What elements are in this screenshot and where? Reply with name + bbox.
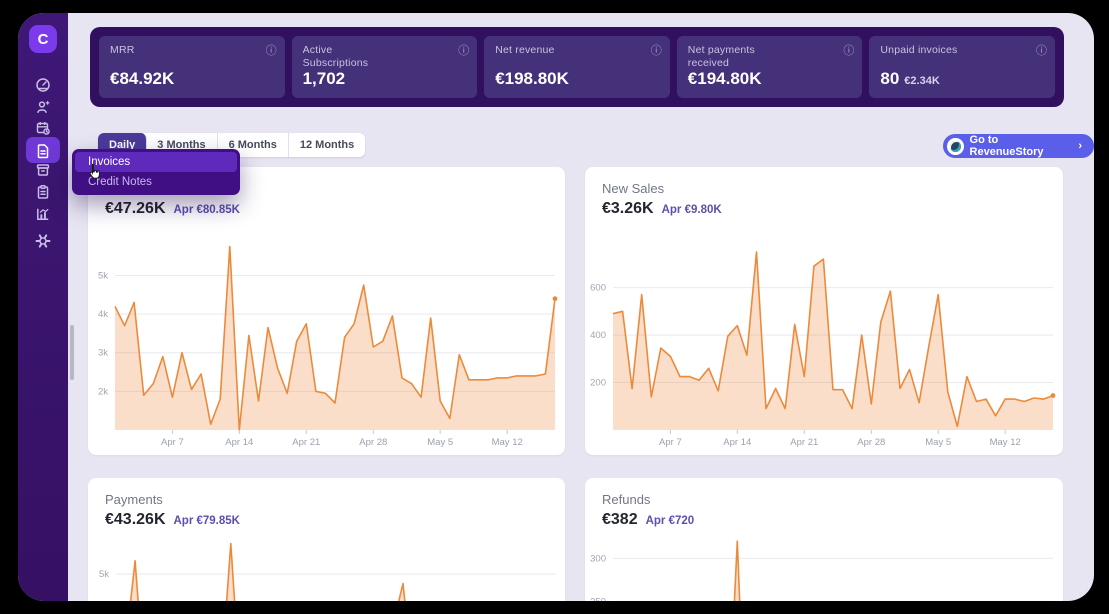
stat-label: Unpaid invoices bbox=[880, 44, 966, 57]
svg-text:Apr 14: Apr 14 bbox=[723, 437, 751, 448]
svg-text:May 5: May 5 bbox=[427, 437, 453, 448]
app-window: C bbox=[18, 13, 1094, 601]
reports-icon bbox=[35, 206, 51, 222]
svg-text:Apr 28: Apr 28 bbox=[857, 437, 885, 448]
stat-subvalue: €2.34K bbox=[904, 75, 939, 87]
chart-title: New Sales bbox=[602, 181, 664, 196]
svg-text:Apr 7: Apr 7 bbox=[659, 437, 682, 448]
chart-current-value: €43.26K bbox=[105, 511, 166, 529]
tab-12-months[interactable]: 12 Months bbox=[289, 133, 365, 157]
svg-text:Apr 28: Apr 28 bbox=[359, 437, 387, 448]
chart-current-value: €3.26K bbox=[602, 200, 654, 218]
stat-label: Net revenue bbox=[495, 44, 581, 57]
products-icon bbox=[35, 162, 51, 178]
chart-card-new-sales: New Sales €3.26K Apr €9.80K 600400200Apr… bbox=[585, 167, 1063, 455]
svg-text:5k: 5k bbox=[98, 271, 108, 282]
screen: C bbox=[0, 0, 1109, 614]
stat-card-net-payments: Net payments received ⓘ €194.80K bbox=[677, 36, 863, 98]
svg-text:Apr 21: Apr 21 bbox=[790, 437, 818, 448]
chart-current-value: €47.26K bbox=[105, 200, 166, 218]
chart-card-payments: Payments €43.26K Apr €79.85K 5k4kApr 7Ap… bbox=[88, 478, 565, 601]
sidebar-item-subscriptions[interactable] bbox=[31, 116, 55, 140]
sidebar-item-dashboard[interactable] bbox=[31, 73, 55, 97]
scrollbar-handle[interactable] bbox=[70, 325, 74, 380]
svg-text:3k: 3k bbox=[98, 348, 108, 359]
settings-icon bbox=[35, 233, 51, 249]
svg-text:2k: 2k bbox=[98, 386, 108, 397]
svg-text:May 5: May 5 bbox=[925, 437, 951, 448]
chart-period-value: Apr €80.85K bbox=[174, 204, 240, 216]
svg-text:Apr 14: Apr 14 bbox=[225, 437, 253, 448]
sidebar-item-products[interactable] bbox=[31, 158, 55, 182]
svg-text:Apr 21: Apr 21 bbox=[292, 437, 320, 448]
chart-card-invoices: Invoices €47.26K Apr €80.85K 5k4k3k2kApr… bbox=[88, 167, 565, 455]
svg-text:4k: 4k bbox=[98, 309, 108, 320]
svg-text:250: 250 bbox=[590, 596, 606, 601]
chart-period-value: Apr €720 bbox=[646, 515, 695, 527]
svg-text:400: 400 bbox=[590, 330, 606, 341]
cursor-pointer bbox=[84, 163, 100, 181]
stats-bar: MRR ⓘ €84.92K Active Subscriptions ⓘ 1,7… bbox=[90, 27, 1064, 107]
svg-text:May 12: May 12 bbox=[990, 437, 1021, 448]
stat-card-mrr: MRR ⓘ €84.92K bbox=[99, 36, 285, 98]
stat-value: 1,702 bbox=[303, 69, 346, 89]
svg-text:Apr 7: Apr 7 bbox=[161, 437, 184, 448]
chart-period-value: Apr €9.80K bbox=[662, 204, 722, 216]
svg-text:May 12: May 12 bbox=[492, 437, 523, 448]
subscriptions-icon bbox=[35, 120, 51, 136]
svg-text:200: 200 bbox=[590, 378, 606, 389]
info-icon[interactable]: ⓘ bbox=[843, 42, 854, 58]
stat-value: 80 bbox=[880, 69, 899, 89]
sidebar: C bbox=[18, 13, 68, 601]
stat-value: €198.80K bbox=[495, 69, 569, 89]
info-icon[interactable]: ⓘ bbox=[1036, 42, 1047, 58]
sidebar-item-orders[interactable] bbox=[31, 180, 55, 204]
revenuestory-logo-icon bbox=[947, 138, 964, 155]
customers-icon bbox=[35, 99, 51, 115]
button-label: Go to RevenueStory bbox=[970, 134, 1073, 158]
svg-text:300: 300 bbox=[590, 553, 606, 564]
invoices-area-chart[interactable]: 5k4k3k2kApr 7Apr 14Apr 21Apr 28May 5May … bbox=[115, 233, 555, 430]
sidebar-item-settings[interactable] bbox=[31, 229, 55, 253]
new-sales-area-chart[interactable]: 600400200Apr 7Apr 14Apr 21Apr 28May 5May… bbox=[613, 233, 1053, 430]
svg-text:600: 600 bbox=[590, 283, 606, 294]
svg-text:5k: 5k bbox=[99, 569, 109, 580]
stat-label: MRR bbox=[110, 44, 196, 57]
info-icon[interactable]: ⓘ bbox=[651, 42, 662, 58]
chevron-right-icon: › bbox=[1078, 140, 1082, 152]
dashboard-icon bbox=[35, 77, 51, 93]
refunds-area-chart[interactable]: 300250Apr 7Apr 14Apr 21Apr 28May 5May 12 bbox=[613, 536, 1053, 601]
stat-card-net-revenue: Net revenue ⓘ €198.80K bbox=[484, 36, 670, 98]
info-icon[interactable]: ⓘ bbox=[266, 42, 277, 58]
stat-value: €84.92K bbox=[110, 69, 174, 89]
orders-icon bbox=[35, 184, 51, 200]
stat-label: Active Subscriptions bbox=[303, 44, 389, 70]
invoices-icon bbox=[35, 143, 51, 159]
stat-card-active-subscriptions: Active Subscriptions ⓘ 1,702 bbox=[292, 36, 478, 98]
sidebar-item-reports[interactable] bbox=[31, 202, 55, 226]
chargebee-logo[interactable]: C bbox=[29, 25, 57, 53]
chart-period-value: Apr €79.85K bbox=[174, 515, 240, 527]
chart-title: Payments bbox=[105, 492, 163, 507]
stat-card-unpaid-invoices: Unpaid invoices ⓘ 80 €2.34K bbox=[869, 36, 1055, 98]
info-icon[interactable]: ⓘ bbox=[458, 42, 469, 58]
chart-current-value: €382 bbox=[602, 511, 638, 529]
chart-title: Refunds bbox=[602, 492, 650, 507]
chart-card-refunds: Refunds €382 Apr €720 300250Apr 7Apr 14A… bbox=[585, 478, 1063, 601]
go-to-revenuestory-button[interactable]: Go to RevenueStory › bbox=[943, 134, 1094, 158]
payments-area-chart[interactable]: 5k4kApr 7Apr 14Apr 21Apr 28May 5May 12 bbox=[116, 536, 556, 601]
stat-value: €194.80K bbox=[688, 69, 762, 89]
stat-label: Net payments received bbox=[688, 44, 774, 70]
